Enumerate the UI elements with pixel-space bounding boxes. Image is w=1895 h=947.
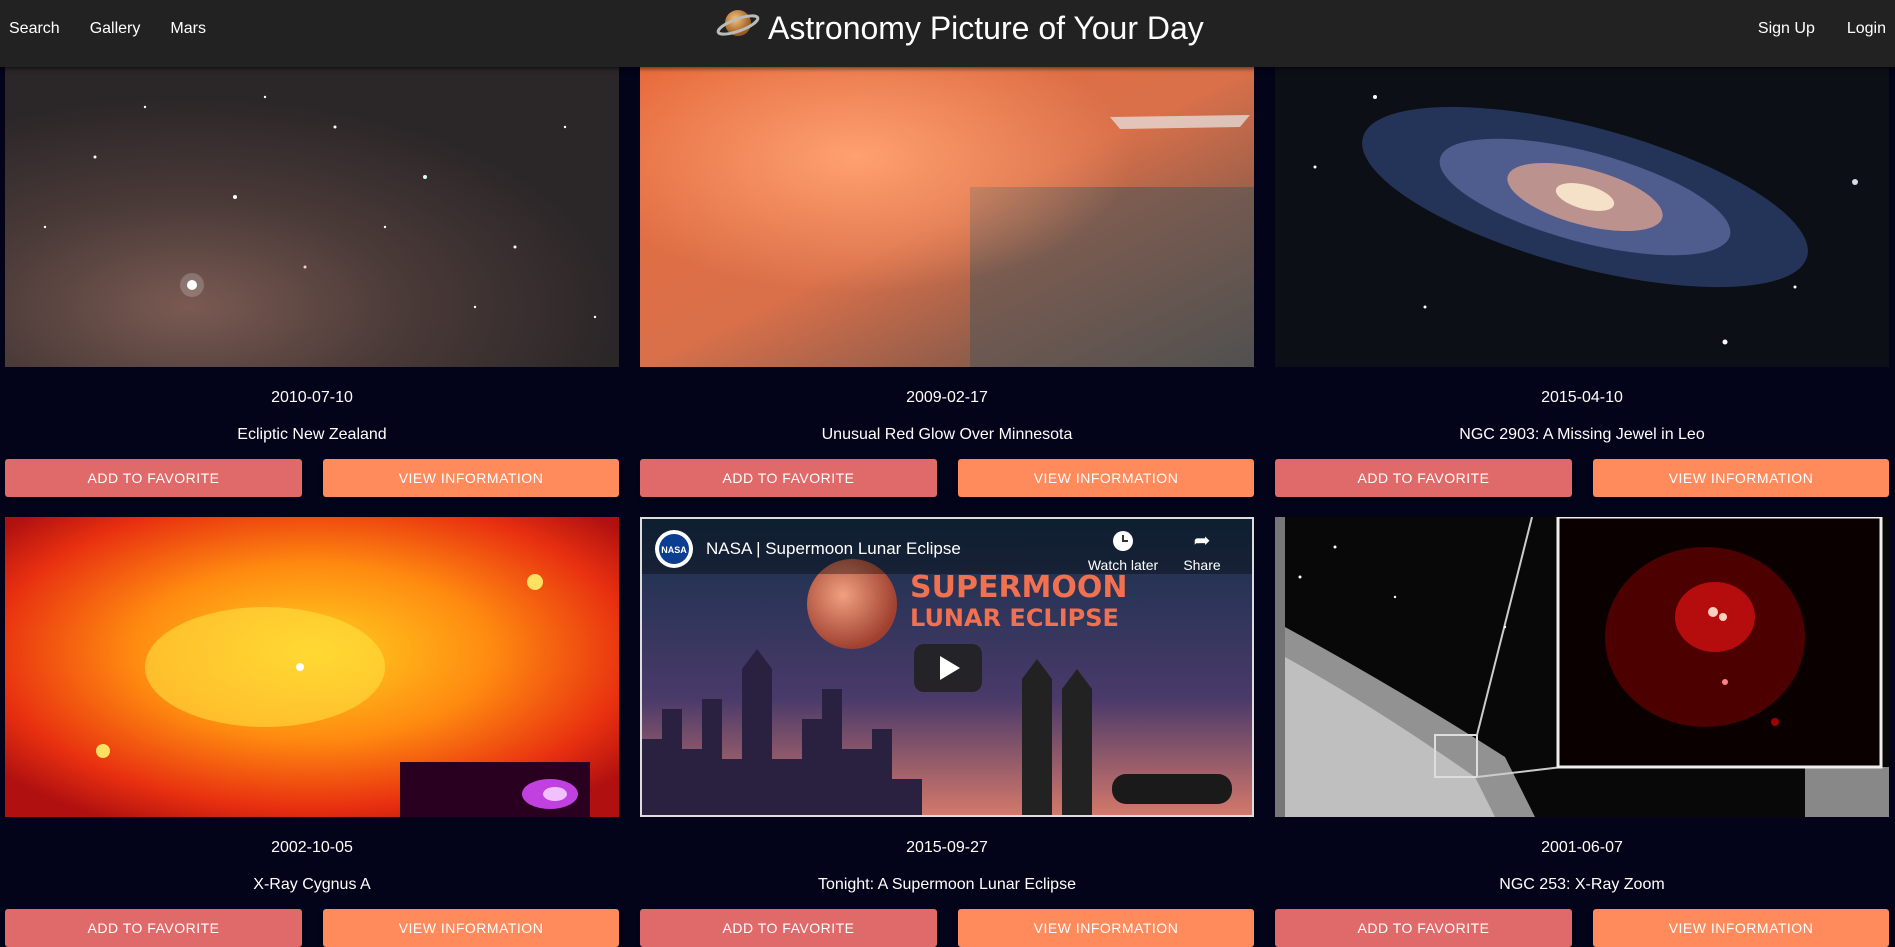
card-image[interactable]: [5, 67, 619, 367]
card-title: Unusual Red Glow Over Minnesota: [821, 426, 1073, 443]
card-title: NGC 2903: A Missing Jewel in Leo: [1459, 426, 1705, 443]
card-image[interactable]: [640, 67, 1254, 367]
video-overlay-text: SUPERMOON LUNAR ECLIPSE: [910, 570, 1128, 633]
card-date: 2015-09-27: [906, 839, 988, 856]
add-to-favorite-button[interactable]: ADD TO FAVORITE: [5, 909, 302, 947]
nav-gallery-link[interactable]: Gallery: [90, 20, 141, 38]
card-image[interactable]: [5, 517, 619, 817]
nav-right: Sign Up Login: [1726, 20, 1886, 38]
saturn-icon: [716, 3, 760, 47]
clock-icon: [1113, 531, 1133, 551]
card-date: 2002-10-05: [271, 839, 353, 856]
card-image[interactable]: [1275, 517, 1889, 817]
card-date: 2015-04-10: [1541, 389, 1623, 406]
card-title: NGC 253: X-Ray Zoom: [1499, 876, 1665, 893]
nav-login-link[interactable]: Login: [1847, 20, 1886, 38]
card-title: Tonight: A Supermoon Lunar Eclipse: [818, 876, 1076, 893]
view-information-button[interactable]: VIEW INFORMATION: [958, 909, 1254, 947]
add-to-favorite-button[interactable]: ADD TO FAVORITE: [640, 459, 937, 497]
share-label: Share: [1183, 557, 1221, 573]
add-to-favorite-button[interactable]: ADD TO FAVORITE: [640, 909, 937, 947]
card-date: 2009-02-17: [906, 389, 988, 406]
add-to-favorite-button[interactable]: ADD TO FAVORITE: [1275, 459, 1572, 497]
top-navbar: Search Gallery Mars Astronomy Picture of…: [0, 0, 1895, 67]
share-button[interactable]: ➦ Share: [1177, 531, 1227, 573]
add-to-favorite-button[interactable]: ADD TO FAVORITE: [1275, 909, 1572, 947]
view-information-button[interactable]: VIEW INFORMATION: [323, 909, 619, 947]
channel-badge-text: NASA: [661, 545, 687, 555]
card-date: 2001-06-07: [1541, 839, 1623, 856]
view-information-button[interactable]: VIEW INFORMATION: [1593, 909, 1889, 947]
view-information-button[interactable]: VIEW INFORMATION: [1593, 459, 1889, 497]
watch-later-button[interactable]: Watch later: [1087, 531, 1159, 573]
card-date: 2010-07-10: [271, 389, 353, 406]
card-image[interactable]: [1275, 67, 1889, 367]
nav-left: Search Gallery Mars: [9, 20, 236, 38]
view-information-button[interactable]: VIEW INFORMATION: [958, 459, 1254, 497]
brand[interactable]: Astronomy Picture of Your Day: [716, 2, 1204, 47]
view-information-button[interactable]: VIEW INFORMATION: [323, 459, 619, 497]
nav-signup-link[interactable]: Sign Up: [1758, 20, 1815, 38]
share-icon: ➦: [1193, 530, 1211, 552]
card-title: Ecliptic New Zealand: [237, 426, 387, 443]
nav-mars-link[interactable]: Mars: [170, 20, 206, 38]
nav-search-link[interactable]: Search: [9, 20, 60, 38]
add-to-favorite-button[interactable]: ADD TO FAVORITE: [5, 459, 302, 497]
video-embed[interactable]: NASA NASA | Supermoon Lunar Eclipse Watc…: [640, 517, 1254, 817]
brand-title: Astronomy Picture of Your Day: [768, 10, 1204, 46]
video-title[interactable]: NASA | Supermoon Lunar Eclipse: [706, 539, 961, 559]
card-title: X-Ray Cygnus A: [253, 876, 371, 893]
